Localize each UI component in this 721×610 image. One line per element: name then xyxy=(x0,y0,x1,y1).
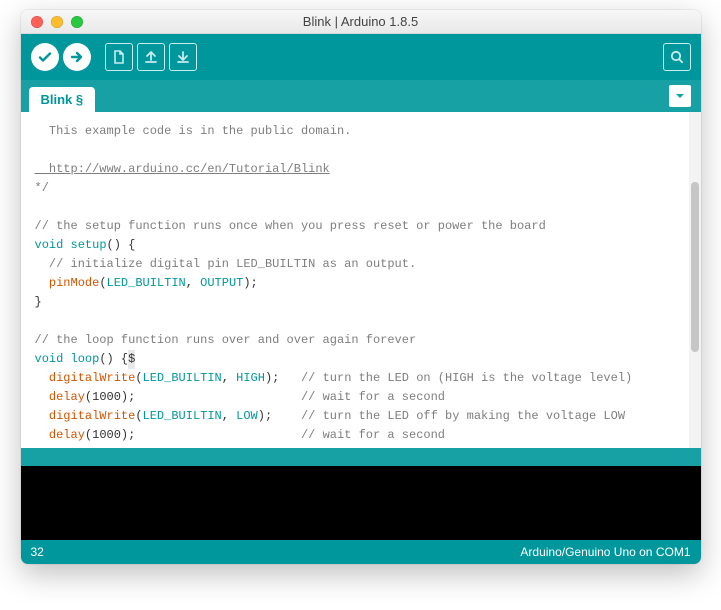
serial-monitor-button[interactable] xyxy=(663,43,691,71)
traffic-lights xyxy=(21,16,83,28)
save-sketch-button[interactable] xyxy=(169,43,197,71)
board-port-label: Arduino/Genuino Uno on COM1 xyxy=(520,545,690,559)
code-const: OUTPUT xyxy=(200,276,243,290)
tab-menu-button[interactable] xyxy=(669,85,691,107)
code-call: digitalWrite xyxy=(35,371,136,385)
close-window-button[interactable] xyxy=(31,16,43,28)
code-call: delay xyxy=(35,428,85,442)
tab-label: Blink § xyxy=(41,92,84,107)
code-comment: // turn the LED on (HIGH is the voltage … xyxy=(301,371,632,385)
code-comment: // turn the LED off by making the voltag… xyxy=(301,409,625,423)
editor-area: This example code is in the public domai… xyxy=(21,112,701,448)
toolbar xyxy=(21,34,701,80)
titlebar: Blink | Arduino 1.8.5 xyxy=(21,10,701,34)
upload-button[interactable] xyxy=(63,43,91,71)
code-editor[interactable]: This example code is in the public domai… xyxy=(21,112,689,448)
tab-bar: Blink § xyxy=(21,80,701,112)
code-keyword: void xyxy=(35,238,64,252)
code-const: LED_BUILTIN xyxy=(143,371,222,385)
code-brace: } xyxy=(35,447,42,448)
editor-cursor: $ xyxy=(128,350,135,369)
code-const: LOW xyxy=(236,409,258,423)
scroll-thumb[interactable] xyxy=(691,182,699,352)
code-comment: This example code is in the public domai… xyxy=(35,124,352,138)
code-comment: // the setup function runs once when you… xyxy=(35,219,546,233)
code-const: LED_BUILTIN xyxy=(107,276,186,290)
code-comment: // wait for a second xyxy=(301,428,445,442)
open-sketch-button[interactable] xyxy=(137,43,165,71)
output-console[interactable] xyxy=(21,466,701,540)
maximize-window-button[interactable] xyxy=(71,16,83,28)
code-link: http://www.arduino.cc/en/Tutorial/Blink xyxy=(35,162,330,176)
code-comment: // wait for a second xyxy=(301,390,445,404)
status-bar xyxy=(21,448,701,466)
code-keyword: void xyxy=(35,352,64,366)
footer-bar: 32 Arduino/Genuino Uno on COM1 xyxy=(21,540,701,564)
line-number: 32 xyxy=(31,545,44,559)
code-call: digitalWrite xyxy=(35,409,136,423)
editor-scrollbar[interactable] xyxy=(689,112,701,448)
verify-button[interactable] xyxy=(31,43,59,71)
new-sketch-button[interactable] xyxy=(105,43,133,71)
minimize-window-button[interactable] xyxy=(51,16,63,28)
code-const: HIGH xyxy=(236,371,265,385)
code-function: loop xyxy=(63,352,99,366)
code-comment: // initialize digital pin LED_BUILTIN as… xyxy=(35,257,417,271)
app-window: Blink | Arduino 1.8.5 Blink § xyxy=(21,10,701,564)
code-comment-end: */ xyxy=(35,181,49,195)
tab-blink[interactable]: Blink § xyxy=(29,87,96,112)
code-call: delay xyxy=(35,390,85,404)
code-const: LED_BUILTIN xyxy=(143,409,222,423)
code-comment: // the loop function runs over and over … xyxy=(35,333,417,347)
window-title: Blink | Arduino 1.8.5 xyxy=(21,14,701,29)
code-brace: } xyxy=(35,295,42,309)
code-function: setup xyxy=(63,238,106,252)
code-call: pinMode xyxy=(35,276,100,290)
